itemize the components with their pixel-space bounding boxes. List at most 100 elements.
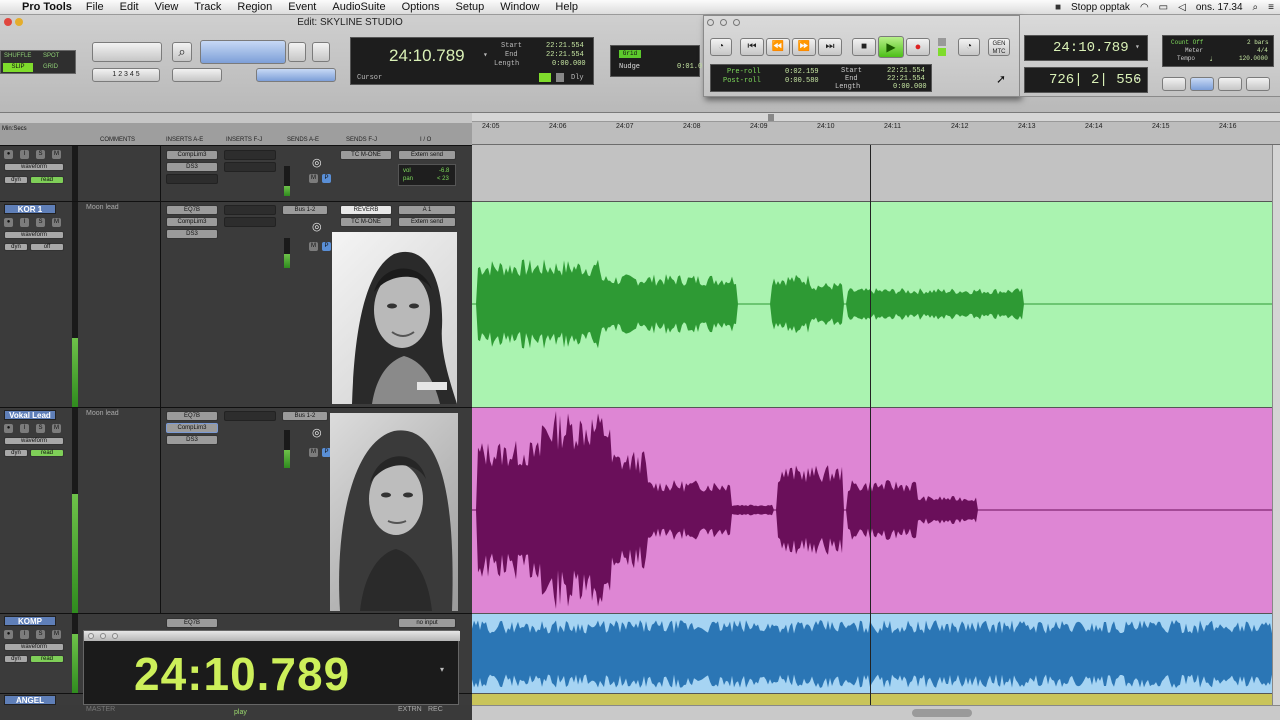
transport-zoom-button[interactable] — [733, 19, 740, 26]
menu-edit[interactable]: Edit — [120, 1, 139, 13]
transport-main-counter-dropdown-icon[interactable]: ▾ — [1135, 42, 1140, 52]
send-slot[interactable]: TC M-ONE — [340, 150, 392, 160]
insert-slot[interactable]: EQ7B — [166, 618, 218, 628]
postroll-label[interactable]: Post-roll — [723, 77, 761, 85]
battery-icon[interactable]: ▭ — [1159, 2, 1168, 13]
metronome-icon[interactable]: ◔ — [958, 38, 980, 56]
insert-slot-empty[interactable] — [224, 217, 276, 227]
main-counter-display[interactable]: 24:10.789 ▾ Start End Length 22:21.554 2… — [350, 37, 594, 85]
insert-slot-empty[interactable] — [224, 205, 276, 215]
send-prefader-button[interactable]: P — [322, 242, 331, 251]
track-view-selector[interactable]: waveform — [4, 231, 64, 239]
insert-slot[interactable]: EQ7B — [166, 205, 218, 215]
gen-mtc-button[interactable]: GEN MTC — [988, 38, 1010, 56]
rewind-icon[interactable]: ⏪ — [766, 38, 790, 56]
grid-nudge-display[interactable]: Grid Nudge 0:01.0 — [610, 45, 702, 77]
zoomer-tool-icon[interactable]: ⌕ — [172, 42, 192, 62]
online-icon[interactable]: ◔ — [710, 38, 732, 56]
automation-mode-selector[interactable]: off — [30, 243, 64, 251]
mute-button[interactable]: M — [52, 218, 61, 227]
region-komp[interactable] — [472, 613, 1272, 693]
solo-button[interactable]: S — [36, 150, 45, 159]
loop-icon[interactable] — [938, 38, 946, 46]
record-status-icon[interactable]: ■ — [1055, 2, 1061, 13]
vol-pan-readout[interactable]: vol -6.8 pan < 23 — [398, 164, 456, 186]
tool-options-right[interactable] — [256, 68, 336, 82]
big-counter-close-button[interactable] — [88, 633, 94, 639]
pencil-tool-icon[interactable] — [312, 42, 330, 62]
count-off-label[interactable]: Count Off — [1171, 39, 1203, 46]
send-mute-button[interactable]: M — [309, 242, 318, 251]
track-name[interactable]: KOMP — [4, 616, 56, 626]
link-selection-icon[interactable] — [539, 73, 551, 82]
track-comment[interactable]: Moon lead — [86, 204, 119, 211]
region-vokal-lead[interactable] — [472, 407, 1272, 613]
input-monitor-button[interactable]: I — [20, 424, 29, 433]
input-monitor-button[interactable]: I — [20, 630, 29, 639]
ruler-label[interactable]: Min:Secs — [2, 126, 27, 132]
insert-slot-empty[interactable] — [224, 411, 276, 421]
track-lane-1[interactable] — [472, 145, 1272, 201]
menu-audiosuite[interactable]: AudioSuite — [332, 1, 385, 13]
play-icon[interactable]: ▶ — [878, 36, 904, 58]
ruler-marker-strip[interactable] — [472, 113, 1280, 122]
send-slot[interactable]: Bus 1-2 — [282, 411, 328, 421]
solo-button[interactable]: S — [36, 630, 45, 639]
insert-slot[interactable]: CompLim3 — [166, 217, 218, 227]
spotlight-icon[interactable]: ⌕ — [1253, 2, 1259, 13]
playlist-selector[interactable]: dyn — [4, 655, 28, 663]
menu-options[interactable]: Options — [402, 1, 440, 13]
track-view-selector[interactable]: waveform — [4, 643, 64, 651]
output-selector[interactable]: Extern send — [398, 150, 456, 160]
transport-main-counter[interactable]: 24:10.789 ▾ — [1024, 35, 1148, 61]
playlist-selector[interactable]: dyn — [4, 243, 28, 251]
insert-slot-empty[interactable] — [224, 150, 276, 160]
transport-close-button[interactable] — [707, 19, 714, 26]
mute-button[interactable]: M — [52, 424, 61, 433]
menu-file[interactable]: File — [86, 1, 104, 13]
automation-mode-selector[interactable]: read — [30, 176, 64, 184]
send-prefader-button[interactable]: P — [322, 174, 331, 183]
record-enable-button[interactable]: ● — [4, 630, 13, 639]
record-icon[interactable]: ● — [906, 38, 930, 56]
menu-region[interactable]: Region — [237, 1, 272, 13]
menu-window[interactable]: Window — [500, 1, 539, 13]
transport-start-value[interactable]: 22:21.554 — [887, 67, 925, 75]
insert-slot[interactable]: DS3 — [166, 162, 218, 172]
options-icon[interactable] — [1246, 77, 1270, 91]
track-view-selector[interactable]: waveform — [4, 437, 64, 445]
track-name[interactable]: Vokal Lead — [4, 410, 56, 420]
playlist-selector[interactable]: dyn — [4, 449, 28, 457]
edit-timeline[interactable] — [472, 145, 1272, 705]
track-name[interactable]: KOR 1 — [4, 204, 56, 214]
track-comment[interactable]: Moon lead — [86, 410, 119, 417]
spot-mode-button[interactable]: SPOT — [43, 53, 59, 59]
transport-length-value[interactable]: 0:00.000 — [893, 83, 927, 91]
start-value[interactable]: 22:21.554 — [546, 42, 584, 50]
grid-label[interactable]: Grid — [619, 50, 641, 58]
insert-slot[interactable]: CompLim3 — [166, 150, 218, 160]
speaker-tool-icon[interactable] — [288, 42, 306, 62]
postroll-value[interactable]: 0:00.580 — [785, 77, 819, 85]
clock-label[interactable]: ons. 17.34 — [1196, 2, 1243, 13]
insert-slot[interactable]: DS3 — [166, 435, 218, 445]
transport-sub-counter[interactable]: 726| 2| 556 ▾ — [1024, 67, 1148, 93]
automation-mode-selector[interactable]: read — [30, 655, 64, 663]
grid-mode-button[interactable]: GRID — [43, 64, 58, 70]
solo-button[interactable]: S — [36, 424, 45, 433]
pan-knob-icon[interactable]: ◎ — [312, 426, 322, 439]
big-counter-dropdown-icon[interactable]: ▾ — [440, 665, 444, 674]
wait-note-icon[interactable] — [938, 48, 946, 56]
tempo-value[interactable]: 120.0000 — [1239, 55, 1268, 62]
input-selector[interactable]: A 1 — [398, 205, 456, 215]
go-to-end-icon[interactable]: ⏭ — [818, 38, 842, 56]
input-monitor-button[interactable]: I — [20, 150, 29, 159]
pan-knob-icon[interactable]: ◎ — [312, 220, 322, 233]
app-menu[interactable]: Pro Tools — [22, 1, 72, 13]
send-mute-button[interactable]: M — [309, 448, 318, 457]
insert-slot-empty[interactable] — [224, 162, 276, 172]
insert-slot[interactable]: EQ7B — [166, 411, 218, 421]
playlist-selector[interactable]: dyn — [4, 176, 28, 184]
transport-sub-counter-dropdown-icon[interactable]: ▾ — [1135, 74, 1140, 84]
menu-setup[interactable]: Setup — [456, 1, 485, 13]
